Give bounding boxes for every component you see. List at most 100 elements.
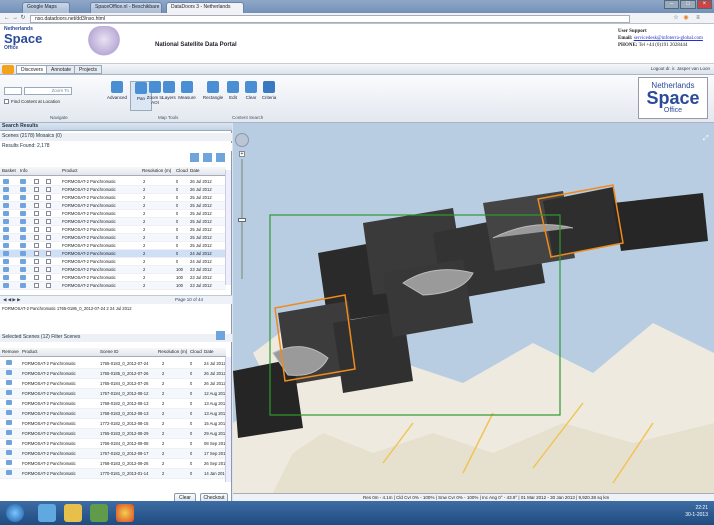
table-row[interactable]: FORMOSAT-2 Panchromatic 1765-0185_0_2012-…	[0, 369, 226, 379]
results-scrollbar[interactable]	[225, 170, 231, 285]
clock[interactable]: 22:21 30-1-2013	[685, 505, 708, 519]
table-row[interactable]: FORMOSAT-2 Panchromatic 2 100 23 Jul 2012	[0, 274, 226, 282]
download-icon[interactable]	[216, 153, 225, 162]
info-icon[interactable]	[20, 235, 26, 240]
col-product[interactable]: Product	[62, 167, 78, 175]
checkbox-icon[interactable]	[46, 211, 51, 216]
checkbox-icon[interactable]	[46, 251, 51, 256]
checkbox-icon[interactable]	[34, 179, 39, 184]
col-date[interactable]: Date	[190, 167, 200, 175]
table-row[interactable]: FORMOSAT-2 Panchromatic 2 0 25 Jul 2012	[0, 226, 226, 234]
table-row[interactable]: FORMOSAT-2 Panchromatic 1767-0184_0_2012-…	[0, 389, 226, 399]
col-remove[interactable]: Remove	[2, 348, 19, 356]
basket-icon[interactable]	[3, 179, 9, 184]
checkbox-icon[interactable]	[34, 259, 39, 264]
table-row[interactable]: FORMOSAT-2 Panchromatic 1768-0182_0_2012-…	[0, 399, 226, 409]
map-canvas[interactable]	[233, 123, 714, 493]
col-scene-id[interactable]: Scene ID	[100, 348, 119, 356]
zoom-select[interactable]	[4, 87, 22, 95]
export-icon[interactable]	[190, 153, 199, 162]
table-row[interactable]: FORMOSAT-2 Panchromatic 1766-0184_0_2012-…	[0, 439, 226, 449]
checkbox-icon[interactable]	[34, 235, 39, 240]
basket-icon[interactable]	[3, 235, 9, 240]
checkbox-icon[interactable]	[46, 219, 51, 224]
col-info[interactable]: Info	[20, 167, 28, 175]
chrome-icon[interactable]	[116, 504, 134, 522]
info-icon[interactable]	[20, 179, 26, 184]
checkbox-icon[interactable]	[46, 259, 51, 264]
info-icon[interactable]	[20, 211, 26, 216]
back-icon[interactable]: ←	[3, 15, 11, 23]
checkbox-icon[interactable]	[34, 219, 39, 224]
table-row[interactable]: FORMOSAT-2 Panchromatic 1765-0184_0_2012-…	[0, 379, 226, 389]
home-icon[interactable]	[2, 65, 14, 74]
remove-icon[interactable]	[6, 420, 12, 425]
star-icon[interactable]: ☆	[672, 15, 680, 23]
reload-icon[interactable]: ↻	[19, 15, 27, 23]
basket-icon[interactable]	[3, 267, 9, 272]
checkbox-icon[interactable]	[34, 203, 39, 208]
zoom-slider-handle[interactable]	[238, 218, 246, 222]
checkbox-icon[interactable]	[46, 195, 51, 200]
windows-start-icon[interactable]	[6, 504, 24, 522]
checkbox-icon[interactable]	[46, 187, 51, 192]
minimize-icon[interactable]: –	[664, 0, 680, 9]
checkbox-icon[interactable]	[46, 235, 51, 240]
checkbox-icon[interactable]	[34, 187, 39, 192]
table-row[interactable]: FORMOSAT-2 Panchromatic 1768-0183_0_2012-…	[0, 459, 226, 469]
checkbox-icon[interactable]	[46, 203, 51, 208]
pager-page[interactable]: Page 10 of 44	[175, 296, 203, 304]
criteria-button[interactable]: Criteria	[258, 81, 280, 111]
browser-tab-google-maps[interactable]: Google Maps	[22, 2, 70, 13]
checkbox-icon[interactable]	[34, 267, 39, 272]
print-icon[interactable]	[203, 153, 212, 162]
browser-tab-spaceoffice[interactable]: SpaceOffice.nl - Beschikbare	[90, 2, 162, 13]
checkbox-icon[interactable]	[34, 195, 39, 200]
table-row[interactable]: FORMOSAT-2 Panchromatic 1765-0183_0_2012-…	[0, 359, 226, 369]
tab-annotate[interactable]: Annotate	[46, 65, 77, 74]
table-row[interactable]: FORMOSAT-2 Panchromatic 2 0 24 Jul 2012	[0, 250, 226, 258]
basket-icon[interactable]	[3, 219, 9, 224]
advanced-button[interactable]: Advanced	[106, 81, 128, 111]
info-icon[interactable]	[20, 195, 26, 200]
checkbox-icon[interactable]	[34, 283, 39, 288]
checkbox-icon[interactable]	[34, 211, 39, 216]
col-cloud[interactable]: Cloud	[190, 348, 202, 356]
browser-tab-datadoors[interactable]: DataDoors 3 - Netherlands	[166, 2, 244, 13]
info-icon[interactable]	[20, 219, 26, 224]
checkbox-icon[interactable]	[4, 99, 9, 105]
basket-icon[interactable]	[3, 195, 9, 200]
map-view[interactable]: + ⤢	[233, 123, 714, 493]
wrench-icon[interactable]: ≡	[694, 15, 702, 23]
col-date[interactable]: Date	[204, 348, 214, 356]
tab-projects[interactable]: Projects	[74, 65, 103, 74]
table-row[interactable]: FORMOSAT-2 Panchromatic 1772-0182_0_2012-…	[0, 419, 226, 429]
remove-icon[interactable]	[6, 450, 12, 455]
checkbox-icon[interactable]	[46, 243, 51, 248]
table-row[interactable]: FORMOSAT-2 Panchromatic 1770-0181_0_2013-…	[0, 469, 226, 479]
logout-link[interactable]: Logout dr. ir. Jasper van Loon	[651, 66, 710, 71]
nso-logo-header[interactable]: Netherlands Space Office	[4, 26, 42, 60]
info-icon[interactable]	[20, 275, 26, 280]
info-icon[interactable]	[20, 187, 26, 192]
forward-icon[interactable]: →	[11, 15, 19, 23]
table-row[interactable]: FORMOSAT-2 Panchromatic 2 0 25 Jul 2012	[0, 242, 226, 250]
col-resolution[interactable]: Resolution (m)	[158, 348, 187, 356]
selected-subtabs[interactable]: Selected Scenes (12) Filter Scenes	[0, 334, 232, 342]
checkbox-icon[interactable]	[46, 283, 51, 288]
mail-icon[interactable]	[90, 504, 108, 522]
table-row[interactable]: FORMOSAT-2 Panchromatic 2 0 25 Jul 2012	[0, 210, 226, 218]
checkbox-icon[interactable]	[46, 275, 51, 280]
basket-icon[interactable]	[3, 275, 9, 280]
remove-icon[interactable]	[6, 410, 12, 415]
info-icon[interactable]	[20, 243, 26, 248]
basket-icon[interactable]	[3, 227, 9, 232]
table-row[interactable]: FORMOSAT-2 Panchromatic 2 0 26 Jul 2012	[0, 186, 226, 194]
table-row[interactable]: FORMOSAT-2 Panchromatic 2 0 25 Jul 2012	[0, 234, 226, 242]
info-icon[interactable]	[20, 259, 26, 264]
basket-icon[interactable]	[3, 187, 9, 192]
rectangle-button[interactable]: Rectangle	[202, 81, 224, 111]
basket-icon[interactable]	[3, 243, 9, 248]
remove-icon[interactable]	[6, 460, 12, 465]
col-product[interactable]: Product	[22, 348, 38, 356]
